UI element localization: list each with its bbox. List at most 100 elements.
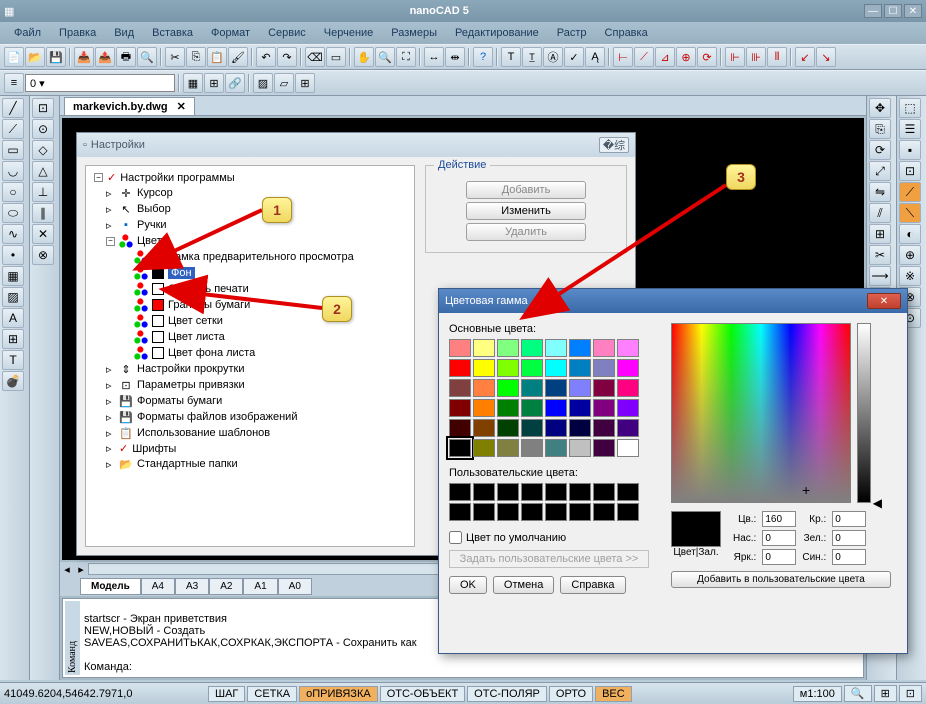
snap7-icon[interactable]: ✕ — [32, 224, 54, 244]
tab-a0[interactable]: A0 — [278, 578, 312, 595]
menu-file[interactable]: Файл — [6, 25, 49, 41]
tree-color[interactable]: −⬤⬤Цвет — [90, 233, 410, 249]
region-icon[interactable]: ▱ — [274, 73, 294, 93]
blue-input[interactable] — [832, 549, 866, 565]
custom-color-cell[interactable] — [473, 483, 495, 501]
basic-color-cell[interactable] — [473, 399, 495, 417]
basic-color-cell[interactable] — [449, 359, 471, 377]
zoom-icon[interactable]: 🔍 — [375, 47, 395, 67]
color-dialog-close-button[interactable]: ✕ — [867, 293, 901, 309]
dim3-icon[interactable]: ⊿ — [655, 47, 675, 67]
toggle-grid[interactable]: СЕТКА — [247, 686, 297, 702]
settings-tree[interactable]: −✓Настройки программы ▹✛Курсор ▹↖Выбор ▹… — [85, 165, 415, 547]
close-icon[interactable]: ✕ — [177, 101, 186, 113]
spell-icon[interactable]: ✓ — [564, 47, 584, 67]
basic-color-cell[interactable] — [497, 379, 519, 397]
checkbox-input[interactable] — [449, 531, 462, 544]
toggle-osnap[interactable]: оПРИВЯЗКА — [299, 686, 378, 702]
tree-grips[interactable]: ▹▪Ручки — [90, 217, 410, 233]
document-tab[interactable]: markevich.by.dwg ✕ — [64, 97, 195, 115]
basic-color-cell[interactable] — [521, 359, 543, 377]
dim8-icon[interactable]: ⫴ — [767, 47, 787, 67]
collapse-icon[interactable]: − — [106, 237, 115, 246]
erase-icon[interactable]: ⌫ — [305, 47, 325, 67]
basic-color-cell[interactable] — [497, 439, 519, 457]
add-custom-color-button[interactable]: Добавить в пользовательские цвета — [671, 571, 891, 588]
custom-color-cell[interactable] — [545, 483, 567, 501]
redo-icon[interactable]: ↷ — [277, 47, 297, 67]
default-color-checkbox[interactable]: Цвет по умолчанию — [449, 531, 659, 544]
basic-color-cell[interactable] — [569, 359, 591, 377]
menu-help[interactable]: Справка — [597, 25, 656, 41]
rotate-icon[interactable]: ⟳ — [869, 140, 891, 160]
custom-color-cell[interactable] — [521, 503, 543, 521]
dim4-icon[interactable]: ⊕ — [676, 47, 696, 67]
basic-color-cell[interactable] — [497, 419, 519, 437]
menu-service[interactable]: Сервис — [260, 25, 314, 41]
move-icon[interactable]: ✥ — [869, 98, 891, 118]
dim6-icon[interactable]: ⊩ — [725, 47, 745, 67]
text-icon[interactable]: T — [501, 47, 521, 67]
preview-icon[interactable]: 🔍 — [137, 47, 157, 67]
basic-color-cell[interactable] — [545, 339, 567, 357]
basic-color-cell[interactable] — [521, 399, 543, 417]
basic-color-cell[interactable] — [473, 359, 495, 377]
color-help-button[interactable]: Справка — [560, 576, 625, 594]
basic-color-cell[interactable] — [569, 399, 591, 417]
xref-icon[interactable]: 🔗 — [225, 73, 245, 93]
tree-std-folders[interactable]: ▹📂Стандартные папки — [90, 456, 410, 472]
grip-icon[interactable]: ▪ — [899, 140, 921, 160]
basic-color-cell[interactable] — [593, 439, 615, 457]
status-icon-3[interactable]: ⊡ — [899, 685, 922, 702]
snap6-icon[interactable]: ∥ — [32, 203, 54, 223]
tree-paper-formats[interactable]: ▹💾Форматы бумаги — [90, 393, 410, 409]
scale-icon[interactable]: ⤢ — [869, 161, 891, 181]
dim5-icon[interactable]: ⟳ — [697, 47, 717, 67]
custom-color-cell[interactable] — [497, 503, 519, 521]
basic-color-cell[interactable] — [617, 379, 639, 397]
menu-view[interactable]: Вид — [106, 25, 142, 41]
pline-icon[interactable]: ⟋ — [2, 119, 24, 139]
tree-paper-bounds[interactable]: ⬤⬤Границы бумаги — [90, 297, 410, 313]
tree-grid-color[interactable]: ⬤⬤Цвет сетки — [90, 313, 410, 329]
orange2-icon[interactable]: ⟍ — [899, 203, 921, 223]
close-button[interactable]: ✕ — [904, 4, 922, 18]
basic-color-cell[interactable] — [449, 339, 471, 357]
circle-icon[interactable]: ○ — [2, 182, 24, 202]
basic-color-cell[interactable] — [593, 339, 615, 357]
save-icon[interactable]: 💾 — [46, 47, 66, 67]
tree-scroll[interactable]: ▹⇕Настройки прокрутки — [90, 361, 410, 377]
line-icon[interactable]: ╱ — [2, 98, 24, 118]
basic-color-cell[interactable] — [617, 359, 639, 377]
menu-modify[interactable]: Редактирование — [447, 25, 547, 41]
array-icon[interactable]: ⊞ — [869, 224, 891, 244]
basic-color-cell[interactable] — [545, 399, 567, 417]
tree-snap-params[interactable]: ▹⊡Параметры привязки — [90, 377, 410, 393]
mtext2-icon[interactable]: T — [2, 350, 24, 370]
basic-color-cell[interactable] — [521, 439, 543, 457]
snap5-icon[interactable]: ⊥ — [32, 182, 54, 202]
hatch2-icon[interactable]: ▦ — [2, 266, 24, 286]
basic-color-cell[interactable] — [617, 419, 639, 437]
spline-icon[interactable]: ∿ — [2, 224, 24, 244]
misc2-icon[interactable]: ⊕ — [899, 245, 921, 265]
extend-icon[interactable]: ⟶ — [869, 266, 891, 286]
table2-icon[interactable]: ⊞ — [2, 329, 24, 349]
hatch-icon[interactable]: ▨ — [253, 73, 273, 93]
color-cancel-button[interactable]: Отмена — [493, 576, 554, 594]
toggle-ortho[interactable]: ОРТО — [549, 686, 593, 702]
basic-color-cell[interactable] — [521, 419, 543, 437]
cut-icon[interactable]: ✂ — [165, 47, 185, 67]
import-icon[interactable]: 📥 — [74, 47, 94, 67]
basic-color-cell[interactable] — [545, 359, 567, 377]
custom-color-cell[interactable] — [473, 503, 495, 521]
basic-color-cell[interactable] — [473, 419, 495, 437]
snap2-icon[interactable]: ⊙ — [32, 119, 54, 139]
red-input[interactable] — [832, 511, 866, 527]
basic-color-cell[interactable] — [473, 439, 495, 457]
maximize-button[interactable]: ☐ — [884, 4, 902, 18]
basic-color-cell[interactable] — [521, 379, 543, 397]
menu-raster[interactable]: Растр — [549, 25, 595, 41]
undo-icon[interactable]: ↶ — [256, 47, 276, 67]
basic-color-cell[interactable] — [569, 419, 591, 437]
